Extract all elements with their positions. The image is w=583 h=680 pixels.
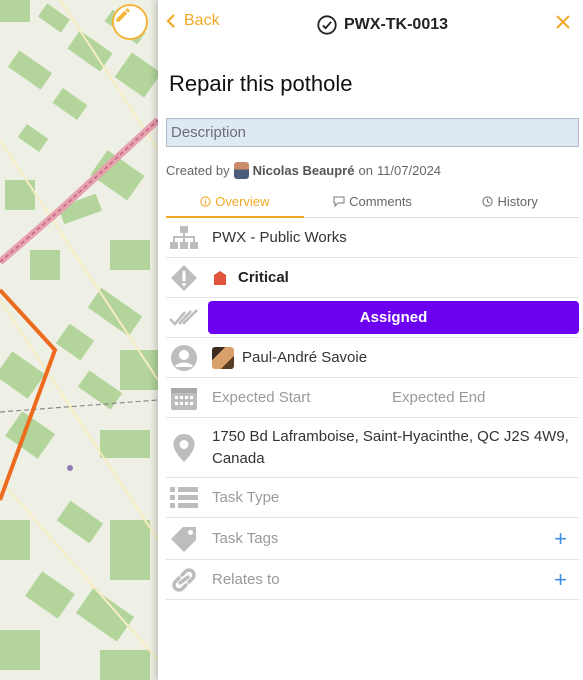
close-button[interactable] [555, 14, 571, 35]
map-view[interactable] [0, 0, 158, 680]
tab-label: Overview [215, 194, 270, 209]
status-row: Assigned [166, 298, 579, 338]
tab-bar: Overview Comments History [166, 186, 579, 218]
created-date: 11/07/2024 [376, 163, 442, 178]
critical-priority-icon [214, 271, 226, 285]
created-by-line: Created by Nicolas Beaupré on 11/07/2024 [166, 162, 441, 179]
comment-icon [333, 196, 345, 207]
back-button[interactable]: Back [164, 12, 220, 30]
chevron-left-icon [166, 14, 175, 28]
tag-icon [166, 525, 202, 553]
address-row[interactable]: 1750 Bd Laframboise, Saint-Hyacinthe, QC… [166, 418, 579, 478]
pencil-icon [116, 8, 130, 22]
tab-label: Comments [349, 194, 412, 209]
top-bar: Back PWX-TK-0013 [158, 0, 583, 50]
check-circle-icon [317, 15, 337, 35]
tab-history[interactable]: History [441, 186, 579, 217]
created-on-prefix: on [358, 163, 373, 178]
calendar-icon [166, 385, 202, 411]
ticket-header: PWX-TK-0013 [316, 14, 448, 36]
tab-comments[interactable]: Comments [304, 186, 442, 217]
clock-icon [482, 196, 494, 207]
created-prefix: Created by [166, 163, 230, 178]
task-tags-field: Task Tags [212, 530, 279, 547]
location-pin-icon [166, 433, 202, 463]
assignee-avatar [212, 346, 234, 369]
double-check-icon [166, 308, 202, 328]
date-range: Expected Start Expected End [212, 389, 572, 406]
description-input[interactable] [166, 118, 579, 147]
user-icon [166, 344, 202, 372]
task-type-row[interactable]: Task Type [166, 478, 579, 518]
dates-row[interactable]: Expected Start Expected End [166, 378, 579, 418]
alert-diamond-icon [166, 264, 202, 292]
creator-name[interactable]: Nicolas Beaupré [253, 163, 355, 178]
relates-to-row[interactable]: Relates to + [166, 560, 579, 600]
assignee-value: Paul-André Savoie [242, 349, 368, 366]
link-icon [166, 566, 202, 594]
list-icon [166, 485, 202, 511]
assignee-row[interactable]: Paul-André Savoie [166, 338, 579, 378]
tab-label: History [497, 194, 538, 209]
add-relation-button[interactable]: + [554, 568, 567, 591]
status-label: Assigned [359, 309, 428, 326]
expected-start-field[interactable]: Expected Start [212, 389, 392, 406]
creator-avatar [233, 162, 249, 179]
tab-overview[interactable]: Overview [166, 186, 304, 218]
info-icon [200, 196, 211, 207]
relates-to-field: Relates to [212, 571, 280, 588]
task-detail-panel: Back PWX-TK-0013 Repair this pothole Cre… [158, 0, 583, 680]
expected-end-field[interactable]: Expected End [392, 389, 572, 406]
status-button[interactable]: Assigned [208, 301, 579, 334]
map-canvas[interactable] [0, 0, 158, 680]
task-type-field: Task Type [212, 489, 280, 506]
priority-row[interactable]: Critical [166, 258, 579, 298]
add-tag-button[interactable]: + [554, 527, 567, 550]
address-value: 1750 Bd Laframboise, Saint-Hyacinthe, QC… [212, 427, 569, 467]
organization-row[interactable]: PWX - Public Works [166, 218, 579, 258]
ticket-id: PWX-TK-0013 [344, 16, 449, 33]
priority-value: Critical [238, 269, 289, 286]
hierarchy-icon [166, 225, 202, 251]
back-label: Back [184, 12, 220, 29]
close-icon [556, 15, 570, 29]
task-title[interactable]: Repair this pothole [169, 71, 352, 97]
organization-value: PWX - Public Works [212, 229, 347, 246]
edit-location-button[interactable] [112, 4, 148, 40]
task-tags-row[interactable]: Task Tags + [166, 518, 579, 560]
